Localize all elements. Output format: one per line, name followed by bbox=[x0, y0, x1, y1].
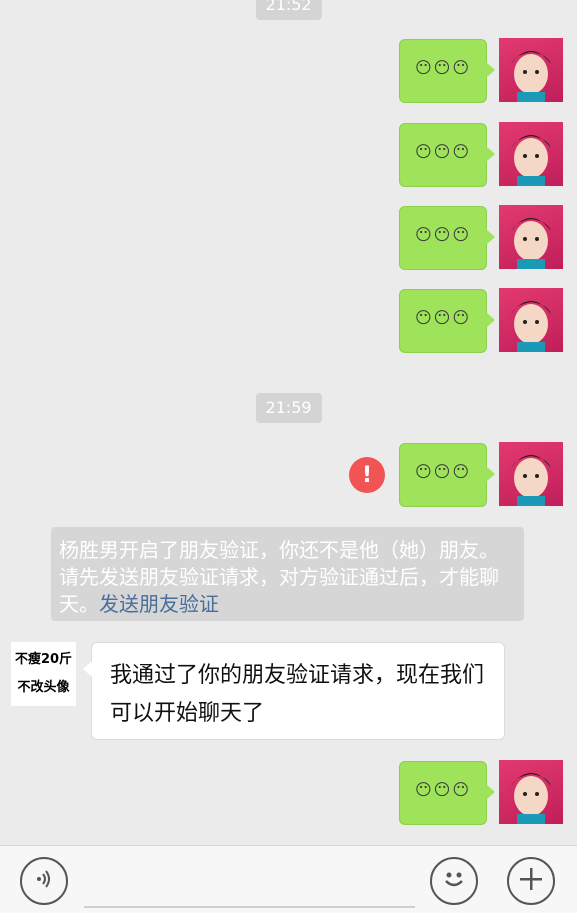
my-message-bubble[interactable]: 😶😶😶 bbox=[399, 39, 495, 103]
their-avatar-line2: 不改头像 bbox=[17, 680, 70, 695]
my-avatar[interactable] bbox=[499, 38, 563, 102]
my-avatar[interactable] bbox=[499, 442, 563, 506]
emoji-text: 😶😶😶 bbox=[414, 142, 472, 161]
emoji-text: 😶😶😶 bbox=[414, 58, 472, 77]
plus-icon bbox=[518, 866, 544, 896]
my-avatar[interactable] bbox=[499, 205, 563, 269]
my-message-row: 😶😶😶 bbox=[0, 442, 577, 508]
their-avatar[interactable]: 不瘦20斤 不改头像 bbox=[11, 642, 76, 706]
my-avatar[interactable] bbox=[499, 760, 563, 824]
timestamp: 21:59 bbox=[255, 393, 322, 423]
message-input[interactable] bbox=[84, 906, 415, 908]
my-avatar[interactable] bbox=[499, 288, 563, 352]
emoji-text: 😶😶😶 bbox=[414, 780, 472, 799]
voice-icon bbox=[33, 868, 55, 894]
my-message-row: 😶😶😶 bbox=[0, 760, 577, 826]
my-avatar[interactable] bbox=[499, 122, 563, 186]
voice-button[interactable] bbox=[20, 857, 68, 905]
input-bar bbox=[0, 845, 577, 913]
my-message-row: 😶😶😶 bbox=[0, 122, 577, 188]
my-message-row: 😶😶😶 bbox=[0, 38, 577, 104]
my-message-row: 😶😶😶 bbox=[0, 205, 577, 271]
my-message-bubble[interactable]: 😶😶😶 bbox=[399, 206, 495, 270]
my-message-bubble[interactable]: 😶😶😶 bbox=[399, 123, 495, 187]
my-message-row: 😶😶😶 bbox=[0, 288, 577, 354]
my-message-bubble[interactable]: 😶😶😶 bbox=[399, 761, 495, 825]
their-avatar-line1: 不瘦20斤 bbox=[14, 652, 73, 667]
their-message-bubble[interactable]: 我通过了你的朋友验证请求，现在我们可以开始聊天了 bbox=[83, 642, 505, 740]
my-message-bubble[interactable]: 😶😶😶 bbox=[399, 289, 495, 353]
plus-button[interactable] bbox=[507, 857, 555, 905]
emoji-icon bbox=[439, 864, 469, 898]
chat-area[interactable]: 21:52 😶😶😶 😶😶😶 😶😶😶 😶😶😶 21:59 😶😶😶 ! 杨胜男开启了… bbox=[0, 0, 577, 845]
emoji-text: 😶😶😶 bbox=[414, 225, 472, 244]
send-friend-request-link[interactable]: 发送朋友验证 bbox=[99, 592, 219, 616]
emoji-text: 😶😶😶 bbox=[414, 308, 472, 327]
emoji-text: 😶😶😶 bbox=[414, 462, 472, 481]
timestamp: 21:52 bbox=[255, 0, 322, 20]
system-message: 杨胜男开启了朋友验证，你还不是他（她）朋友。请先发送朋友验证请求，对方验证通过后… bbox=[51, 527, 524, 621]
send-failed-icon[interactable]: ! bbox=[349, 457, 385, 493]
my-message-bubble[interactable]: 😶😶😶 bbox=[399, 443, 495, 507]
emoji-button[interactable] bbox=[430, 857, 478, 905]
